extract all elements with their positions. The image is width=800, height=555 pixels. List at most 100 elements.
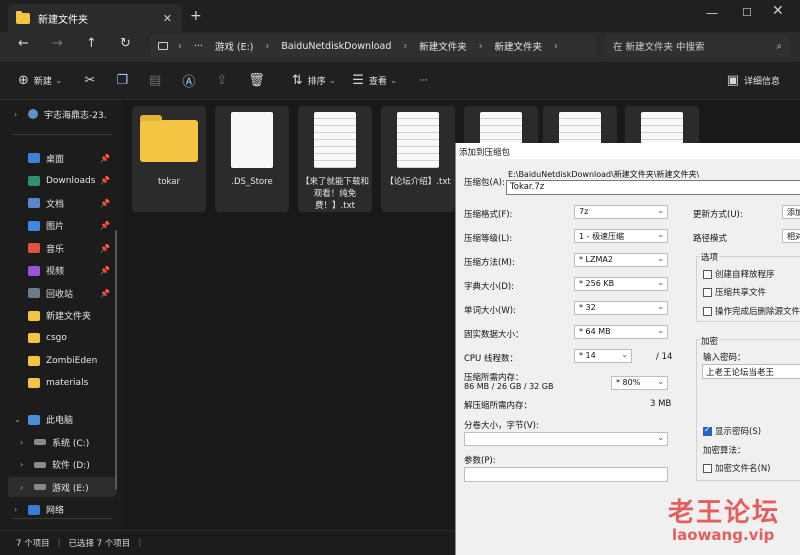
sidebar-item-this-pc[interactable]: ⌄ 此电脑 xyxy=(14,410,116,430)
address-bar[interactable]: › ··· 游戏 (E:) › BaiduNetdiskDownload › 新… xyxy=(150,35,596,57)
level-select[interactable]: 1 - 极速压缩 ⌄ xyxy=(574,229,668,243)
chevron-down-icon: ⌄ xyxy=(657,278,664,287)
delete-button[interactable]: 🗑 xyxy=(248,73,270,88)
encryption-label: 加密 xyxy=(700,335,720,347)
chevron-down-icon: ⌄ xyxy=(657,206,664,215)
mem-pct-select[interactable]: * 80% ⌄ xyxy=(611,376,668,390)
sidebar-item-folder[interactable]: materials xyxy=(28,373,116,393)
breadcrumb-baidu[interactable]: BaiduNetdiskDownload xyxy=(281,41,391,52)
sidebar-item-quick[interactable]: 图片 📌 xyxy=(28,216,116,236)
back-button[interactable]: ← xyxy=(18,36,29,51)
sidebar-item-quick[interactable]: 视频 📌 xyxy=(28,261,116,281)
tab-current-folder[interactable]: 新建文件夹 ✕ xyxy=(8,4,182,32)
folder-icon xyxy=(28,378,40,388)
threads-value: * 14 xyxy=(579,351,596,360)
up-button[interactable]: ↑ xyxy=(86,36,97,51)
watermark-url: laowang.vip xyxy=(672,526,775,544)
copy-button[interactable]: ❐ xyxy=(116,73,133,88)
threads-select[interactable]: * 14 ⌄ xyxy=(574,349,632,363)
chevron-down-icon: ⌄ xyxy=(657,433,664,442)
breadcrumb-drive[interactable]: 游戏 (E:) xyxy=(215,39,254,53)
new-button[interactable]: ⊕ 新建 ⌄ xyxy=(18,73,62,88)
sidebar-item-network[interactable]: › 网络 xyxy=(14,500,116,520)
sidebar-item-folder[interactable]: ZombiEden xyxy=(28,351,116,371)
show-password-label: 显示密码(S) xyxy=(715,427,762,437)
divider xyxy=(12,134,112,135)
details-button[interactable]: ▣ 详细信息 xyxy=(727,73,780,88)
chevron-down-icon: ⌄ xyxy=(657,302,664,311)
chevron-down-icon: ⌄ xyxy=(657,377,664,386)
dict-select[interactable]: * 256 KB ⌄ xyxy=(574,277,668,291)
options-label: 选项 xyxy=(700,251,720,263)
share-button[interactable]: ⇪ xyxy=(216,73,232,88)
method-select[interactable]: * LZMA2 ⌄ xyxy=(574,253,668,267)
chevron-down-icon: ⌄ xyxy=(328,75,337,86)
params-input[interactable] xyxy=(464,467,668,482)
watermark-text: 老王论坛 xyxy=(668,498,781,528)
chevron-right-icon: › xyxy=(265,40,270,52)
minimize-button[interactable]: — xyxy=(706,6,718,20)
split-select[interactable]: ⌄ xyxy=(464,432,668,446)
maximize-button[interactable]: ☐ xyxy=(742,6,752,19)
view-button[interactable]: ☰ 查看 ⌄ xyxy=(352,73,397,88)
show-password-checkbox[interactable]: 显示密码(S) xyxy=(703,425,761,437)
breadcrumb-folder-2[interactable]: 新建文件夹 xyxy=(495,39,543,53)
pin-icon: 📌 xyxy=(100,243,110,253)
sidebar-item-quick[interactable]: 音乐 📌 xyxy=(28,238,116,258)
sidebar-item-user[interactable]: › 宇志海鼎志-23. xyxy=(14,104,118,124)
sidebar-item-drive[interactable]: › 系统 (C:) xyxy=(8,432,116,452)
folder-icon xyxy=(16,10,30,24)
file-item[interactable]: 【论坛介绍】.txt xyxy=(381,106,455,212)
sort-button[interactable]: ⇅ 排序 ⌄ xyxy=(292,73,336,88)
forward-button[interactable]: → xyxy=(52,36,63,51)
sidebar-item-quick[interactable]: Downloads 📌 xyxy=(28,171,116,191)
plus-circle-icon: ⊕ xyxy=(18,73,29,88)
update-select[interactable]: 添加 xyxy=(782,205,800,219)
delete-after-checkbox[interactable]: 操作完成后删除源文件 xyxy=(703,305,800,317)
paste-button[interactable]: ▤ xyxy=(149,73,166,88)
password-input[interactable]: 上老王论坛当老王 xyxy=(702,364,800,379)
breadcrumb-more[interactable]: ··· xyxy=(194,41,203,52)
file-item[interactable]: .DS_Store xyxy=(215,106,289,212)
archive-name-input[interactable]: Tokar.7z xyxy=(506,180,800,195)
encrypt-names-checkbox[interactable]: 加密文件名(N) xyxy=(703,462,771,474)
sidebar-item-label: 此电脑 xyxy=(46,416,74,426)
sfx-checkbox[interactable]: 创建自释放程序 xyxy=(703,268,775,280)
file-item[interactable]: 【来了就能下载和观看！纯免费！】.txt xyxy=(298,106,372,212)
rename-icon: Ⓐ xyxy=(182,75,196,90)
path-select[interactable]: 相对 xyxy=(782,229,800,243)
rename-button[interactable]: Ⓐ xyxy=(182,71,200,90)
sidebar-item-quick[interactable]: 桌面 📌 xyxy=(28,148,116,168)
sidebar-item-folder[interactable]: csgo xyxy=(28,328,116,348)
sidebar-item-quick[interactable]: 回收站 📌 xyxy=(28,283,116,303)
sidebar-item-drive[interactable]: › 游戏 (E:) xyxy=(8,477,116,497)
cut-button[interactable]: ✂ xyxy=(84,73,100,88)
sidebar-item-folder[interactable]: 新建文件夹 xyxy=(28,306,116,326)
more-button[interactable]: ··· xyxy=(419,76,428,86)
sidebar-item-drive[interactable]: › 软件 (D:) xyxy=(8,455,116,475)
format-select[interactable]: 7z ⌄ xyxy=(574,205,668,219)
search-input[interactable]: 在 新建文件夹 中搜索 ⌕ xyxy=(605,35,790,57)
sidebar-item-quick[interactable]: 文档 📌 xyxy=(28,193,116,213)
pin-icon: 📌 xyxy=(100,221,110,230)
shared-checkbox[interactable]: 压缩共享文件 xyxy=(703,286,766,298)
close-window-button[interactable]: ✕ xyxy=(772,3,784,19)
new-tab-button[interactable]: + xyxy=(190,8,202,24)
chevron-down-icon: ⌄ xyxy=(14,415,21,424)
solid-value: * 64 MB xyxy=(579,327,611,336)
solid-select[interactable]: * 64 MB ⌄ xyxy=(574,325,668,339)
sidebar-item-label: 回收站 xyxy=(46,289,74,300)
breadcrumb-folder-1[interactable]: 新建文件夹 xyxy=(419,39,467,53)
file-name: .DS_Store xyxy=(231,177,273,187)
paste-icon: ▤ xyxy=(149,73,162,88)
computer-icon xyxy=(158,42,168,50)
word-select[interactable]: * 32 ⌄ xyxy=(574,301,668,315)
close-tab-icon[interactable]: ✕ xyxy=(163,12,172,25)
refresh-button[interactable]: ↻ xyxy=(120,36,131,51)
file-name: 【来了就能下载和观看！纯免费！】.txt xyxy=(300,177,369,211)
file-icon xyxy=(231,112,273,168)
pin-icon: 📌 xyxy=(100,176,110,185)
network-icon xyxy=(28,504,40,515)
file-item[interactable]: tokar xyxy=(132,106,206,212)
sidebar-scrollbar[interactable] xyxy=(115,230,117,490)
